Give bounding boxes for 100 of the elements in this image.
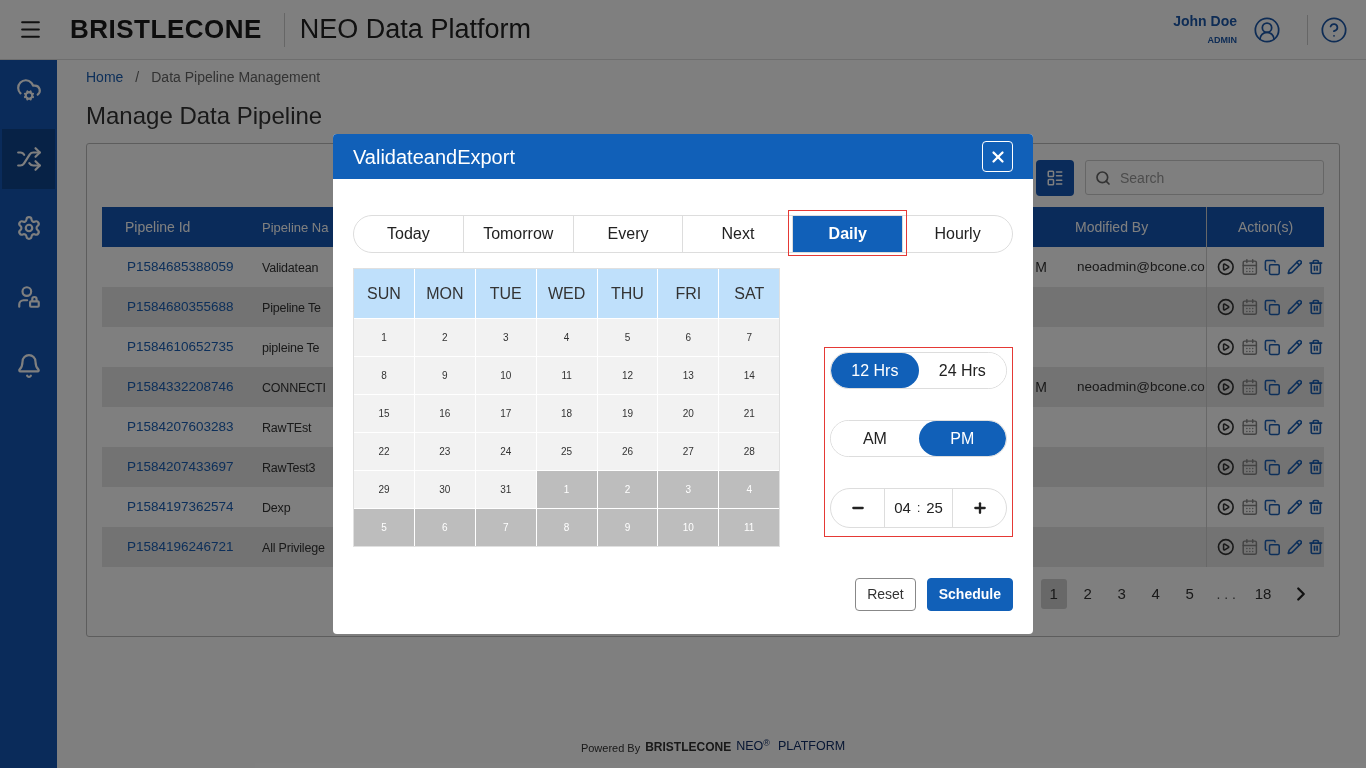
copy-icon[interactable] [1264, 538, 1281, 556]
reset-button[interactable]: Reset [855, 578, 916, 611]
copy-icon[interactable] [1264, 498, 1281, 516]
toggle-option[interactable]: 12 Hrs [831, 353, 919, 388]
schedule-tab[interactable]: Daily [793, 216, 903, 252]
calendar-day[interactable]: 23 [414, 433, 475, 470]
calendar-day[interactable]: 7 [719, 319, 780, 356]
calendar-day[interactable]: 9 [414, 357, 475, 394]
delete-icon[interactable] [1308, 339, 1324, 355]
edit-icon[interactable] [1286, 259, 1303, 275]
delete-icon[interactable] [1308, 539, 1324, 555]
calendar-day[interactable]: 18 [536, 395, 597, 432]
calendar-icon[interactable] [1240, 378, 1259, 396]
copy-icon[interactable] [1264, 338, 1281, 356]
toggle-option[interactable]: 24 Hrs [918, 353, 1006, 388]
schedule-button[interactable]: Schedule [926, 578, 1013, 611]
calendar-day[interactable]: 12 [597, 357, 658, 394]
edit-icon[interactable] [1286, 299, 1303, 315]
copy-icon[interactable] [1264, 378, 1281, 396]
schedule-tab[interactable]: Hourly [903, 216, 1012, 252]
footer-text: Powered By [580, 740, 641, 756]
column-header: Pipeline Na [262, 219, 329, 235]
calendar-icon[interactable] [1240, 298, 1259, 316]
copy-icon[interactable] [1264, 418, 1281, 436]
delete-icon[interactable] [1308, 259, 1324, 275]
delete-icon[interactable] [1308, 419, 1324, 435]
calendar-day[interactable]: 1 [354, 319, 414, 356]
toggle-option[interactable]: PM [918, 421, 1006, 456]
dialog-title: ValidateandExport [353, 144, 515, 170]
delete-icon[interactable] [1308, 499, 1324, 515]
calendar-day[interactable]: 2 [414, 319, 475, 356]
calendar-day[interactable]: 11 [536, 357, 597, 394]
calendar-day[interactable]: 22 [354, 433, 414, 470]
page-button[interactable]: 3 [1108, 579, 1135, 609]
minutes-value[interactable]: 25 [926, 496, 943, 520]
delete-icon[interactable] [1308, 459, 1324, 475]
edit-icon[interactable] [1286, 379, 1303, 395]
calendar-day[interactable]: 14 [719, 357, 780, 394]
copy-icon[interactable] [1264, 298, 1281, 316]
calendar-icon[interactable] [1240, 258, 1259, 276]
schedule-tab[interactable]: Today [354, 216, 463, 252]
copy-icon[interactable] [1264, 258, 1281, 276]
calendar-day[interactable]: 25 [536, 433, 597, 470]
calendar-day[interactable]: 16 [414, 395, 475, 432]
schedule-tab[interactable]: Tomorrow [463, 216, 573, 252]
calendar-day[interactable]: 5 [597, 319, 658, 356]
play-icon[interactable] [1217, 498, 1235, 516]
bell-icon [15, 353, 42, 379]
play-icon[interactable] [1217, 418, 1235, 436]
calendar-day[interactable]: 28 [719, 433, 780, 470]
hours-value[interactable]: 04 [894, 496, 911, 520]
calendar-icon[interactable] [1240, 418, 1259, 436]
play-icon[interactable] [1217, 258, 1235, 276]
calendar-day[interactable]: 10 [475, 357, 536, 394]
user-icon[interactable] [1253, 15, 1281, 44]
calendar-day[interactable]: 27 [658, 433, 719, 470]
calendar-day[interactable]: 6 [658, 319, 719, 356]
calendar-day[interactable]: 21 [719, 395, 780, 432]
play-icon[interactable] [1217, 298, 1235, 316]
calendar-day[interactable]: 20 [658, 395, 719, 432]
page-button[interactable]: 2 [1074, 579, 1101, 609]
sidebar-item[interactable] [2, 129, 55, 189]
calendar-day[interactable]: 13 [658, 357, 719, 394]
edit-icon[interactable] [1286, 419, 1303, 435]
calendar-icon[interactable] [1240, 458, 1259, 476]
calendar-day[interactable]: 8 [354, 357, 414, 394]
calendar-day[interactable]: 15 [354, 395, 414, 432]
weekday-label: FRI [658, 269, 719, 318]
play-icon[interactable] [1217, 538, 1235, 556]
calendar-icon[interactable] [1240, 538, 1259, 556]
help-icon[interactable] [1320, 15, 1348, 44]
edit-icon[interactable] [1286, 339, 1303, 355]
page-button[interactable]: 18 [1250, 579, 1276, 609]
calendar-day[interactable]: 17 [475, 395, 536, 432]
edit-icon[interactable] [1286, 499, 1303, 515]
page-button[interactable]: 4 [1142, 579, 1169, 609]
page-button[interactable]: 5 [1176, 579, 1203, 609]
calendar-icon[interactable] [1240, 498, 1259, 516]
calendar-day[interactable]: 19 [597, 395, 658, 432]
calendar-day[interactable]: 30 [414, 471, 475, 508]
play-icon[interactable] [1217, 458, 1235, 476]
edit-icon[interactable] [1286, 539, 1303, 555]
delete-icon[interactable] [1308, 379, 1324, 395]
schedule-tab[interactable]: Next [683, 216, 793, 252]
columns-button[interactable] [1036, 160, 1074, 196]
copy-icon[interactable] [1264, 458, 1281, 476]
play-icon[interactable] [1217, 338, 1235, 356]
schedule-tab[interactable]: Every [573, 216, 683, 252]
calendar-day[interactable]: 24 [475, 433, 536, 470]
calendar-day[interactable]: 4 [536, 319, 597, 356]
edit-icon[interactable] [1286, 459, 1303, 475]
calendar-day[interactable]: 31 [475, 471, 536, 508]
close-button[interactable] [982, 141, 1013, 172]
calendar-icon[interactable] [1240, 338, 1259, 356]
calendar-day[interactable]: 29 [354, 471, 414, 508]
play-icon[interactable] [1217, 378, 1235, 396]
delete-icon[interactable] [1308, 299, 1324, 315]
calendar-day[interactable]: 26 [597, 433, 658, 470]
pagination-ellipsis: . . . [1215, 584, 1237, 604]
calendar-day[interactable]: 3 [475, 319, 536, 356]
